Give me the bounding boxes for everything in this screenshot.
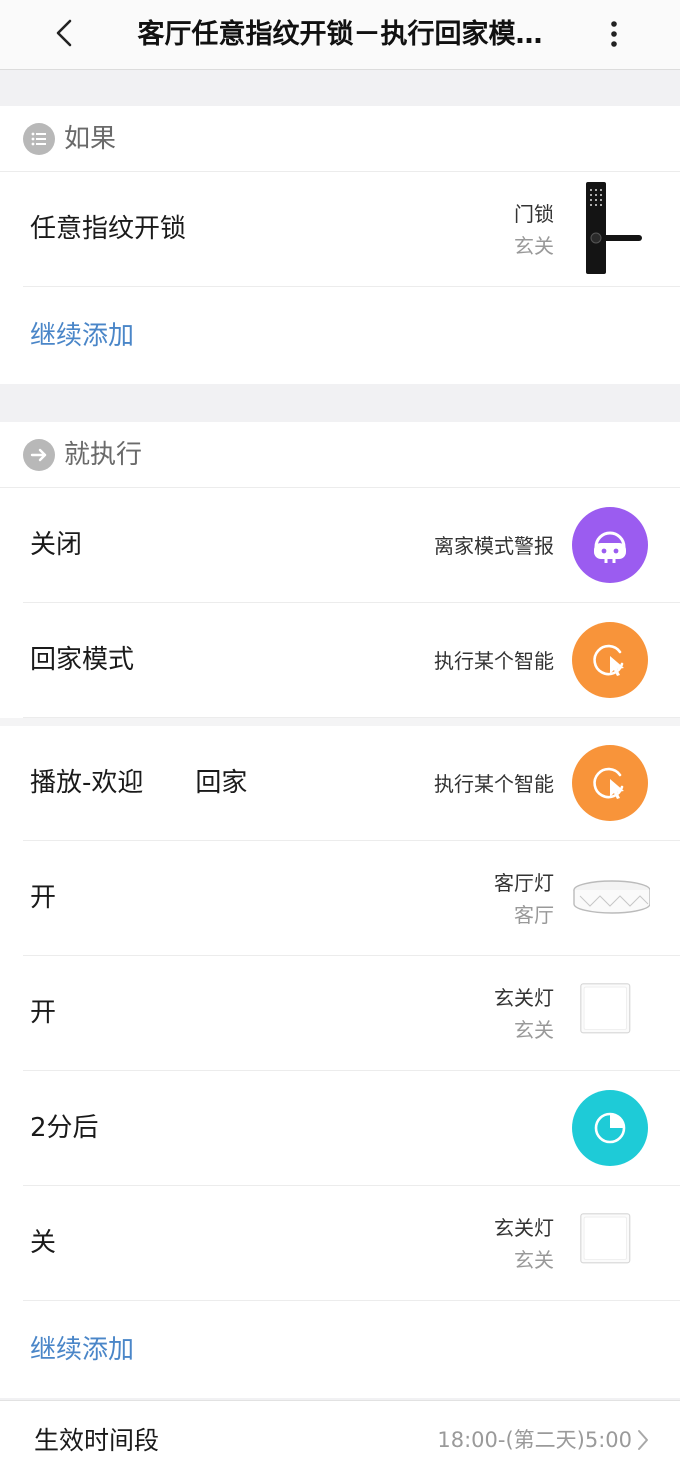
then-card: 就执行 关闭 离家模式警报 回家模式 执行某个智能 播放-欢迎 回家 执行某个智… <box>0 422 680 1398</box>
action-row-play-welcome[interactable]: 播放-欢迎 回家 执行某个智能 <box>0 726 680 841</box>
list-icon <box>23 123 55 155</box>
chevron-right-icon <box>638 1430 648 1450</box>
robot-icon <box>572 507 648 583</box>
room-name: 客厅 <box>514 902 554 927</box>
action-label: 关闭 <box>30 530 83 560</box>
device-name: 执行某个智能 <box>434 648 554 673</box>
action-label: 播放-欢迎 回家 <box>30 768 248 798</box>
more-vertical-icon[interactable] <box>600 15 628 55</box>
then-add-more-link[interactable]: 继续添加 <box>0 1301 680 1399</box>
smart-execute-icon <box>572 622 648 698</box>
effective-period-value: 18:00-(第二天)5:00 <box>437 1428 632 1452</box>
if-section-title: 如果 <box>64 124 117 154</box>
action-label: 开 <box>30 883 57 913</box>
door-lock-icon <box>586 182 642 274</box>
timer-icon <box>572 1090 648 1166</box>
smart-execute-icon <box>572 745 648 821</box>
room-name: 玄关 <box>514 233 554 258</box>
trigger-label: 任意指纹开锁 <box>30 214 187 244</box>
if-add-more-label[interactable]: 继续添加 <box>30 287 134 385</box>
room-name: 玄关 <box>514 1247 554 1272</box>
action-label: 回家模式 <box>30 645 135 675</box>
action-row-entry-light-off[interactable]: 关 玄关灯 玄关 <box>0 1186 680 1301</box>
device-name: 门锁 <box>514 201 554 226</box>
then-add-more-label[interactable]: 继续添加 <box>30 1301 134 1399</box>
if-add-more-link[interactable]: 继续添加 <box>0 287 680 385</box>
action-row-entry-light-on[interactable]: 开 玄关灯 玄关 <box>0 956 680 1071</box>
effective-period-label: 生效时间段 <box>34 1426 160 1455</box>
trigger-row[interactable]: 任意指纹开锁 门锁 玄关 <box>0 172 680 287</box>
effective-period-row[interactable]: 生效时间段 18:00-(第二天)5:00 <box>0 1400 680 1479</box>
then-section-title: 就执行 <box>64 440 143 470</box>
device-name: 执行某个智能 <box>434 771 554 796</box>
wall-switch-icon <box>580 1213 631 1264</box>
action-row-living-light[interactable]: 开 客厅灯 客厅 <box>0 841 680 956</box>
trigger-meta: 门锁 玄关 <box>514 172 554 287</box>
device-name: 客厅灯 <box>494 870 554 895</box>
action-label: 开 <box>30 998 57 1028</box>
device-name: 玄关灯 <box>494 985 554 1010</box>
wall-switch-icon <box>580 983 631 1034</box>
top-bar: 客厅任意指纹开锁－执行回家模… <box>0 0 680 70</box>
action-label: 关 <box>30 1228 57 1258</box>
if-card: 如果 任意指纹开锁 门锁 玄关 继续添加 <box>0 106 680 384</box>
action-row-disarm[interactable]: 关闭 离家模式警报 <box>0 488 680 603</box>
page-title: 客厅任意指纹开锁－执行回家模… <box>137 19 543 50</box>
action-row-home-mode[interactable]: 回家模式 执行某个智能 <box>0 603 680 718</box>
then-section-header: 就执行 <box>0 422 680 488</box>
device-name: 离家模式警报 <box>434 533 554 558</box>
device-name: 玄关灯 <box>494 1215 554 1240</box>
action-row-delay[interactable]: 2分后 <box>0 1071 680 1186</box>
room-name: 玄关 <box>514 1017 554 1042</box>
arrow-right-icon <box>23 439 55 471</box>
row-gap <box>0 718 680 726</box>
ceiling-light-icon <box>573 880 650 914</box>
action-label: 2分后 <box>30 1113 99 1143</box>
if-section-header: 如果 <box>0 106 680 172</box>
chevron-left-icon[interactable] <box>48 15 84 51</box>
